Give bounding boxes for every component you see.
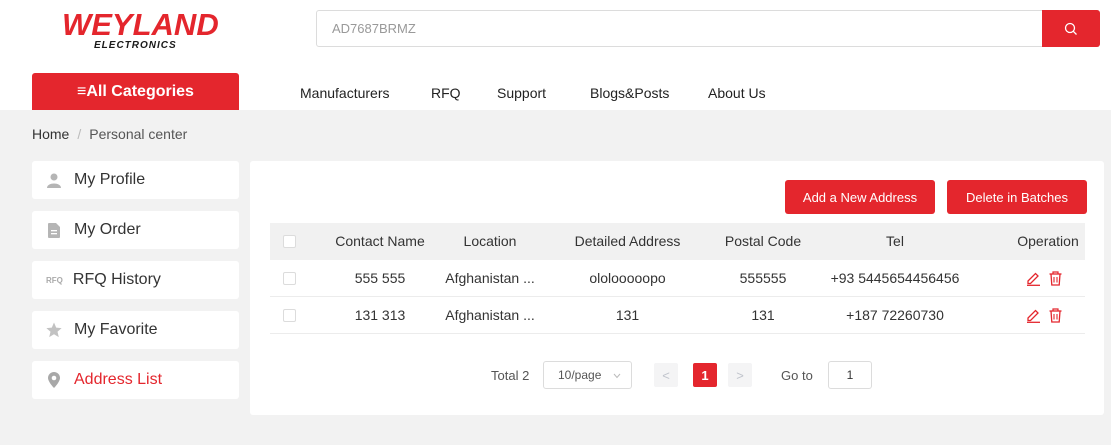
star-icon (46, 322, 62, 338)
cell-location: Afghanistan ... (445, 270, 535, 286)
row-checkbox[interactable] (283, 272, 296, 285)
column-header: Tel (886, 233, 904, 249)
page-number-current[interactable]: 1 (693, 363, 717, 387)
logo[interactable]: WEYLAND ELECTRONICS (62, 7, 224, 56)
search-bar (316, 10, 1100, 47)
column-header: Operation (1017, 233, 1079, 249)
add-address-button[interactable]: Add a New Address (785, 180, 935, 214)
address-list-panel: Add a New Address Delete in Batches Cont… (250, 161, 1104, 415)
edit-icon[interactable] (1026, 308, 1041, 323)
column-header: Location (463, 233, 517, 249)
sidebar-item-label: My Order (74, 221, 141, 238)
cell-address: 131 (615, 307, 640, 323)
nav-link-support[interactable]: Support (497, 85, 546, 101)
logo-sub-text: ELECTRONICS (94, 40, 177, 51)
cell-operation (1026, 297, 1062, 334)
cell-tel: +93 5445654456456 (830, 270, 960, 286)
cell-postal: 555555 (739, 270, 787, 286)
cell-contact: 555 555 (354, 270, 406, 286)
breadcrumb-home[interactable]: Home (32, 126, 69, 142)
select-all-checkbox[interactable] (283, 235, 296, 248)
nav-link-blogs-posts[interactable]: Blogs&Posts (590, 85, 669, 101)
sidebar-item-label: Address List (74, 371, 163, 388)
location-pin-icon (46, 372, 62, 388)
column-header: Postal Code (724, 233, 802, 249)
sidebar-item-my-order[interactable]: My Order (32, 211, 239, 249)
rfq-icon: RFQ (46, 275, 63, 285)
logo-main-text: WEYLAND (62, 7, 219, 42)
search-icon (1064, 22, 1077, 35)
delete-batches-button[interactable]: Delete in Batches (947, 180, 1087, 214)
column-header: Contact Name (335, 233, 425, 249)
header: WEYLAND ELECTRONICS (0, 0, 1111, 66)
breadcrumb: Home / Personal center (32, 126, 187, 142)
table-row: 131 313 Afghanistan ... 131 131 +187 722… (270, 297, 1085, 334)
cell-address: ololooooopo (589, 270, 666, 286)
main-nav: ≡All Categories Manufacturers RFQ Suppor… (0, 66, 1111, 110)
pagination-total: Total 2 (491, 367, 530, 383)
sidebar-item-label: RFQ History (72, 271, 161, 288)
cell-postal: 131 (751, 307, 775, 323)
document-icon (46, 222, 62, 238)
table-row: 555 555 Afghanistan ... ololooooopo 5555… (270, 260, 1085, 297)
breadcrumb-separator: / (77, 126, 82, 142)
row-checkbox[interactable] (283, 309, 296, 322)
user-icon (46, 172, 62, 188)
prev-page-button[interactable]: < (654, 363, 678, 387)
sidebar-item-my-favorite[interactable]: My Favorite (32, 311, 239, 349)
breadcrumb-current: Personal center (89, 126, 188, 142)
page-size-select[interactable]: 10/page (543, 361, 632, 389)
page-size-value: 10/page (558, 368, 602, 382)
cell-contact: 131 313 (354, 307, 406, 323)
sidebar-item-label: My Profile (74, 171, 146, 188)
goto-label: Go to (781, 367, 813, 383)
column-header: Detailed Address (574, 233, 681, 249)
next-page-button[interactable]: > (728, 363, 752, 387)
nav-link-manufacturers[interactable]: Manufacturers (300, 85, 389, 101)
sidebar-item-address-list[interactable]: Address List (32, 361, 239, 399)
nav-link-about-us[interactable]: About Us (708, 85, 766, 101)
search-input[interactable] (317, 11, 1043, 46)
delete-icon[interactable] (1049, 308, 1062, 323)
cell-operation (1026, 260, 1062, 297)
table-header: Contact Name Location Detailed Address P… (270, 223, 1085, 260)
search-button[interactable] (1042, 10, 1100, 47)
cell-tel: +187 72260730 (846, 307, 944, 323)
all-categories-button[interactable]: ≡All Categories (32, 73, 239, 110)
edit-icon[interactable] (1026, 271, 1041, 286)
sidebar-item-rfq-history[interactable]: RFQ RFQ History (32, 261, 239, 299)
delete-icon[interactable] (1049, 271, 1062, 286)
cell-location: Afghanistan ... (445, 307, 535, 323)
sidebar-item-label: My Favorite (74, 321, 158, 338)
chevron-down-icon (613, 373, 621, 379)
goto-page-input[interactable]: 1 (828, 361, 872, 389)
nav-link-rfq[interactable]: RFQ (431, 85, 461, 101)
sidebar-item-my-profile[interactable]: My Profile (32, 161, 239, 199)
